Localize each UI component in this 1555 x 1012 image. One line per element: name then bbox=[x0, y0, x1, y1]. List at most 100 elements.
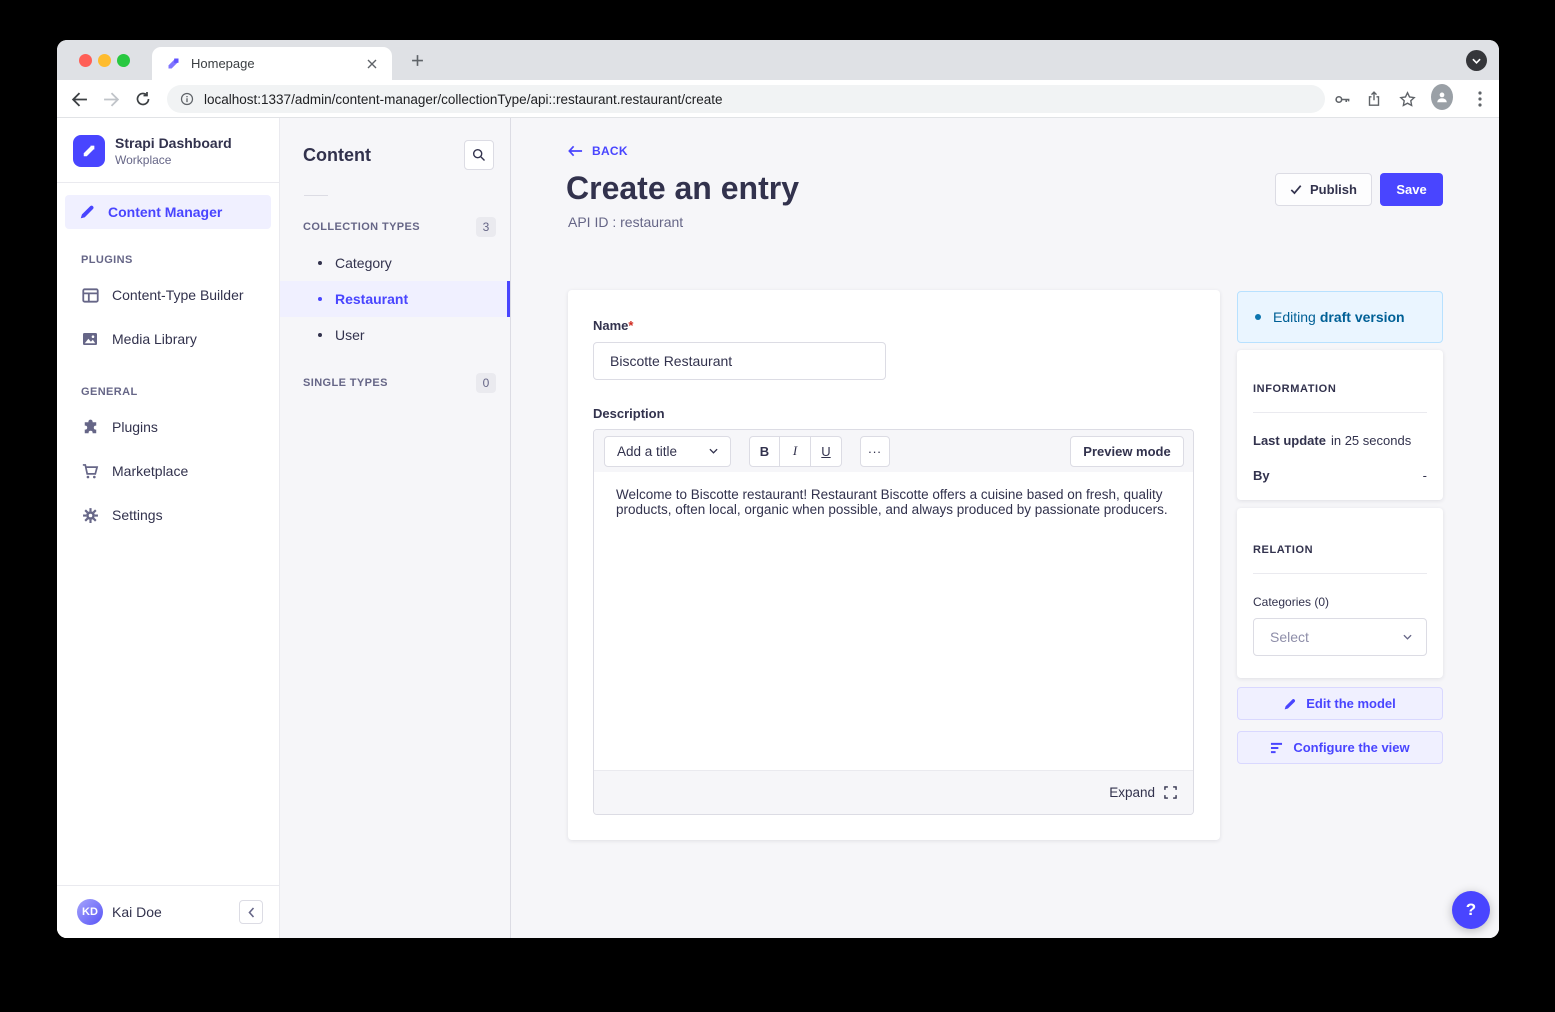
by-value: - bbox=[1423, 468, 1427, 483]
user-name: Kai Doe bbox=[112, 904, 230, 920]
strapi-logo-icon bbox=[73, 135, 105, 167]
subnav-item-label: Restaurant bbox=[335, 291, 408, 307]
subnav-item-user[interactable]: User bbox=[280, 317, 510, 353]
sidebar-item-marketplace[interactable]: Marketplace bbox=[57, 449, 279, 493]
single-types-count-badge: 0 bbox=[476, 373, 496, 393]
check-icon bbox=[1290, 184, 1302, 195]
sidebar-item-content-manager[interactable]: Content Manager bbox=[65, 195, 271, 229]
browser-menu-dots-icon[interactable] bbox=[1469, 88, 1491, 110]
description-textarea[interactable]: Welcome to Biscotte restaurant! Restaura… bbox=[594, 472, 1193, 770]
new-tab-button[interactable] bbox=[405, 48, 429, 72]
content-subnav: Content COLLECTION TYPES 3 Category Rest… bbox=[280, 118, 511, 938]
configure-view-button[interactable]: Configure the view bbox=[1237, 731, 1443, 764]
main-content: BACK Create an entry API ID : restaurant… bbox=[511, 118, 1499, 938]
name-field-label: Name* bbox=[593, 318, 1195, 333]
save-button[interactable]: Save bbox=[1380, 173, 1443, 206]
sidebar-section-plugins: PLUGINS bbox=[81, 254, 279, 266]
page-title: Create an entry bbox=[566, 170, 799, 207]
sidebar-item-label: Content-Type Builder bbox=[112, 287, 244, 303]
forward-icon[interactable] bbox=[100, 88, 122, 110]
bullet-icon bbox=[318, 297, 322, 301]
sidebar-item-label: Plugins bbox=[112, 419, 158, 435]
browser-window: Homepage localhost:1337/admin/content-ma… bbox=[57, 40, 1499, 938]
required-asterisk: * bbox=[628, 318, 633, 333]
collection-types-header: COLLECTION TYPES bbox=[303, 221, 420, 233]
publish-button[interactable]: Publish bbox=[1275, 173, 1372, 206]
puzzle-piece-icon bbox=[81, 418, 99, 436]
panel-divider bbox=[1253, 412, 1427, 413]
title-style-select[interactable]: Add a title bbox=[604, 436, 731, 467]
back-link[interactable]: BACK bbox=[568, 144, 628, 158]
sidebar-section-general: GENERAL bbox=[81, 386, 279, 398]
url-text: localhost:1337/admin/content-manager/col… bbox=[204, 92, 723, 107]
share-icon[interactable] bbox=[1363, 88, 1385, 110]
information-panel: INFORMATION Last update in 25 seconds By… bbox=[1237, 350, 1443, 500]
description-editor: Add a title B I U ... Preview mode Welco… bbox=[593, 429, 1194, 815]
subnav-title: Content bbox=[303, 145, 371, 166]
entry-aside: Editingdraft version INFORMATION Last up… bbox=[1237, 291, 1443, 764]
sidebar-item-content-type-builder[interactable]: Content-Type Builder bbox=[57, 273, 279, 317]
sidebar-item-label: Settings bbox=[112, 507, 163, 523]
help-button[interactable]: ? bbox=[1452, 891, 1490, 929]
minimize-window-button[interactable] bbox=[98, 54, 111, 67]
subnav-item-label: Category bbox=[335, 255, 392, 271]
site-info-icon[interactable] bbox=[180, 92, 194, 106]
collapse-sidebar-button[interactable] bbox=[239, 900, 263, 924]
sidebar-divider bbox=[57, 182, 279, 183]
information-header: INFORMATION bbox=[1253, 383, 1427, 395]
panel-divider bbox=[1253, 573, 1427, 574]
shopping-cart-icon bbox=[81, 462, 99, 480]
sidebar-item-label: Media Library bbox=[112, 331, 197, 347]
draft-status-banner: Editingdraft version bbox=[1237, 291, 1443, 343]
feather-pen-icon bbox=[78, 203, 96, 221]
bookmark-star-icon[interactable] bbox=[1396, 88, 1418, 110]
subnav-item-restaurant[interactable]: Restaurant bbox=[280, 281, 510, 317]
italic-button[interactable]: I bbox=[780, 436, 811, 467]
browser-tab[interactable]: Homepage bbox=[152, 47, 392, 80]
more-formats-button[interactable]: ... bbox=[860, 436, 890, 467]
relation-header: RELATION bbox=[1253, 544, 1427, 556]
subnav-divider bbox=[304, 195, 328, 196]
draft-status-emphasis: draft version bbox=[1320, 309, 1405, 325]
relation-panel: RELATION Categories (0) Select bbox=[1237, 508, 1443, 678]
categories-select[interactable]: Select bbox=[1253, 618, 1427, 656]
underline-button[interactable]: U bbox=[811, 436, 842, 467]
reload-icon[interactable] bbox=[132, 88, 154, 110]
entry-form-card: Name* Description Add a title B I U bbox=[568, 290, 1220, 840]
name-input[interactable] bbox=[593, 342, 886, 380]
user-avatar[interactable]: KD bbox=[77, 899, 103, 925]
close-window-button[interactable] bbox=[79, 54, 92, 67]
subnav-item-category[interactable]: Category bbox=[280, 245, 510, 281]
tab-title: Homepage bbox=[191, 56, 354, 71]
back-icon[interactable] bbox=[68, 88, 90, 110]
workspace-brand[interactable]: Strapi Dashboard Workplace bbox=[57, 118, 279, 182]
browser-tab-strip: Homepage bbox=[57, 40, 1499, 80]
tab-close-icon[interactable] bbox=[364, 56, 380, 72]
sidebar-item-settings[interactable]: Settings bbox=[57, 493, 279, 537]
expand-button[interactable]: Expand bbox=[1109, 785, 1177, 800]
url-bar[interactable]: localhost:1337/admin/content-manager/col… bbox=[167, 85, 1325, 113]
strapi-app: Strapi Dashboard Workplace Content Manag… bbox=[57, 118, 1499, 938]
bold-button[interactable]: B bbox=[749, 436, 780, 467]
bullet-icon bbox=[318, 333, 322, 337]
sidebar-item-media-library[interactable]: Media Library bbox=[57, 317, 279, 361]
preview-mode-button[interactable]: Preview mode bbox=[1070, 436, 1184, 467]
maximize-window-button[interactable] bbox=[117, 54, 130, 67]
sidebar-item-plugins[interactable]: Plugins bbox=[57, 405, 279, 449]
by-row: By - bbox=[1253, 468, 1427, 483]
workspace-title: Strapi Dashboard bbox=[115, 135, 232, 151]
search-button[interactable] bbox=[464, 140, 494, 170]
last-update-row: Last update in 25 seconds bbox=[1253, 433, 1427, 448]
format-button-group: B I U bbox=[749, 436, 842, 467]
tab-search-chevron-icon[interactable] bbox=[1466, 50, 1487, 71]
draft-status-prefix: Editing bbox=[1273, 309, 1316, 325]
categories-label: Categories (0) bbox=[1253, 595, 1427, 609]
bullet-icon bbox=[318, 261, 322, 265]
description-field-label: Description bbox=[593, 406, 1195, 421]
sidebar-item-label: Marketplace bbox=[112, 463, 188, 479]
subnav-item-label: User bbox=[335, 327, 365, 343]
password-key-icon[interactable] bbox=[1331, 88, 1353, 110]
edit-model-button[interactable]: Edit the model bbox=[1237, 687, 1443, 720]
back-arrow-icon bbox=[568, 145, 583, 157]
profile-avatar[interactable] bbox=[1431, 86, 1453, 108]
